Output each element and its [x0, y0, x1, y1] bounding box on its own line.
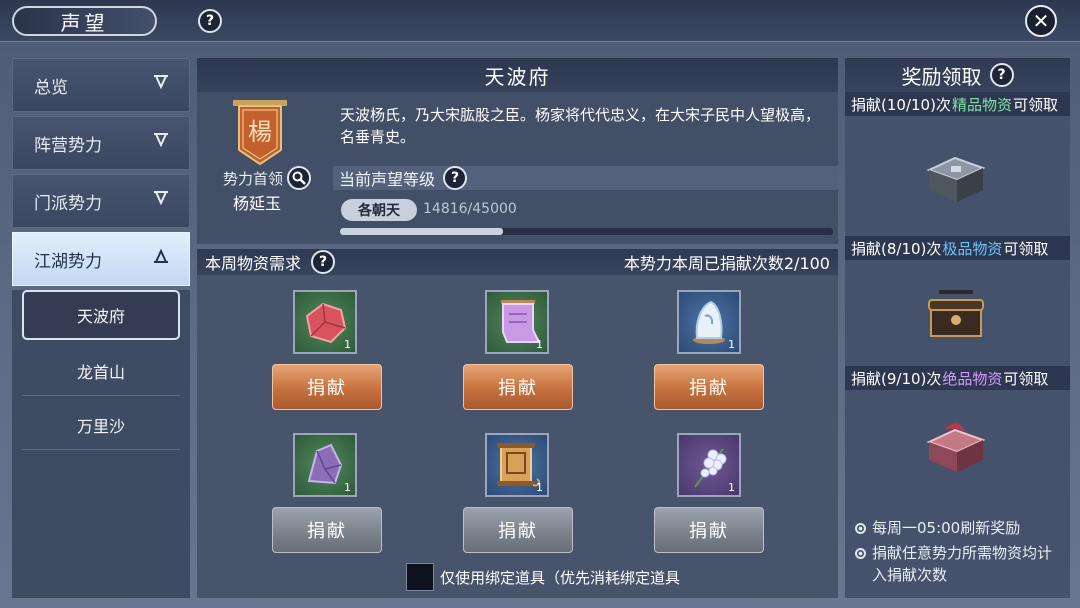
supreme-chest-icon[interactable] [921, 416, 991, 478]
weekly-demand-panel: 本周物资需求 ? 本势力本周已捐献次数2/100 1 捐献 1 捐献 1 捐献 … [197, 249, 838, 598]
sub-item-wanlisha[interactable]: 万里沙 [22, 400, 180, 450]
leader-label: 势力首领 [223, 166, 333, 190]
sidebar-item-label: 总览 [34, 77, 68, 98]
weekly-donation-count: 本势力本周已捐献次数2/100 [623, 254, 830, 273]
center-panel: 天波府 楊 势力首领 杨延玉 天波杨氏，乃大宋肱股之臣。杨家将代代忠义，在大宋子… [197, 58, 838, 598]
reward-tier-1-label: 捐献(10/10)次 精品物资 可领取 [845, 92, 1070, 116]
reputation-level-row: 当前声望等级 ? [333, 166, 838, 190]
faction-description: 天波杨氏，乃大宋肱股之臣。杨家将代代忠义，在大宋子民中人望极高，名垂青史。 [340, 106, 821, 146]
sidebar-item-sect-factions[interactable]: 门派势力 [12, 174, 190, 228]
donate-button-6[interactable]: 捐献 [654, 507, 764, 553]
donate-button-1[interactable]: 捐献 [272, 364, 382, 410]
sidebar-item-overview[interactable]: 总览 [12, 58, 190, 112]
bind-only-label: 仅使用绑定道具（优先消耗绑定道具 [440, 568, 681, 587]
faction-name: 天波府 [197, 58, 838, 92]
faction-banner-icon: 楊 [233, 100, 287, 166]
sidebar-item-label: 阵营势力 [34, 135, 102, 156]
item-slot-purple-crystal[interactable]: 1 [293, 433, 357, 497]
reward-panel: 奖励领取 ? 捐献(10/10)次 精品物资 可领取 捐献(8/10)次 极品物资 可领… [845, 58, 1070, 598]
item-slot-purple-cloth[interactable]: 1 [485, 290, 549, 354]
sidebar: 总览 阵营势力 门派势力 江湖势力 天波府 龙首山 万里沙 [12, 58, 190, 598]
bullet-icon [855, 548, 866, 559]
leader-name: 杨延玉 [233, 194, 282, 213]
donate-button-4[interactable]: 捐献 [272, 507, 382, 553]
donate-button-2[interactable]: 捐献 [463, 364, 573, 410]
help-icon[interactable]: ? [989, 63, 1014, 87]
reputation-progress-bar [340, 228, 833, 235]
weekly-demand-header: 本周物资需求 ? 本势力本周已捐献次数2/100 [197, 249, 838, 275]
reward-tier-3-label: 捐献(9/10)次 绝品物资 可领取 [845, 366, 1070, 390]
help-icon[interactable]: ? [311, 250, 336, 274]
search-icon[interactable] [287, 166, 312, 190]
sub-item-longshoushan[interactable]: 龙首山 [22, 346, 180, 396]
help-icon[interactable]: ? [443, 166, 468, 190]
superior-chest-icon[interactable] [921, 280, 991, 342]
sub-faction-list: 天波府 龙首山 万里沙 [12, 290, 190, 598]
weekly-demand-title: 本周物资需求 [205, 254, 302, 273]
reward-note-count: 捐献任意势力所需物资均计入捐献次数 [855, 542, 1065, 586]
bind-only-checkbox[interactable] [406, 563, 434, 591]
reward-title: 奖励领取 [901, 64, 982, 89]
reward-header: 奖励领取 ? [845, 58, 1070, 92]
reputation-progress-fill [340, 228, 503, 235]
donate-button-5[interactable]: 捐献 [463, 507, 573, 553]
donate-button-3[interactable]: 捐献 [654, 364, 764, 410]
reputation-rank-badge: 各朝天 [341, 199, 417, 221]
page-title: 声望 [12, 6, 157, 36]
reward-tier-2-label: 捐献(8/10)次 极品物资 可领取 [845, 236, 1070, 260]
sidebar-item-jianghu-factions[interactable]: 江湖势力 [12, 232, 190, 286]
close-icon[interactable]: ✕ [1025, 5, 1057, 37]
bullet-icon [855, 523, 866, 534]
item-slot-flower[interactable]: 1 [677, 433, 741, 497]
sub-item-tianbofu[interactable]: 天波府 [22, 290, 180, 340]
sidebar-item-camp-factions[interactable]: 阵营势力 [12, 116, 190, 170]
chevron-down-icon [153, 191, 169, 209]
chevron-up-icon [153, 248, 169, 267]
help-icon[interactable]: ? [198, 9, 222, 33]
faction-card: 天波府 楊 势力首领 杨延玉 天波杨氏，乃大宋肱股之臣。杨家将代代忠义，在大宋子… [197, 58, 838, 244]
item-slot-jade-stone[interactable]: 1 [677, 290, 741, 354]
fine-chest-icon[interactable] [921, 146, 991, 208]
reward-note-refresh: 每周一05:00刷新奖励 [855, 517, 1065, 539]
sidebar-item-label: 门派势力 [34, 193, 102, 214]
chevron-down-icon [153, 133, 169, 151]
chevron-down-icon [153, 75, 169, 93]
bind-only-option[interactable]: 仅使用绑定道具（优先消耗绑定道具 [406, 563, 680, 591]
reputation-value: 14816/45000 [423, 201, 517, 217]
svg-text:楊: 楊 [248, 118, 272, 146]
item-slot-scroll[interactable]: 1 [485, 433, 549, 497]
item-slot-red-ore[interactable]: 1 [293, 290, 357, 354]
sidebar-item-label: 江湖势力 [34, 251, 102, 272]
top-bar: 声望 ? ✕ [0, 0, 1080, 42]
